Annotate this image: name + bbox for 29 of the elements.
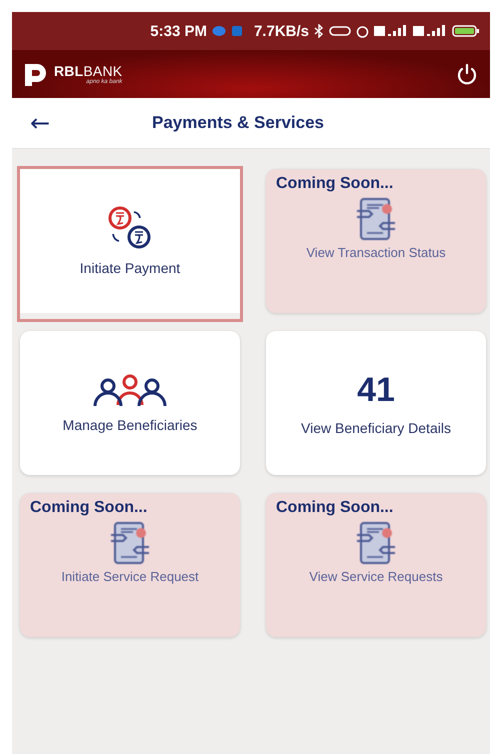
battery-icon <box>452 25 480 37</box>
service-tile[interactable]: Coming Soon... View Transaction Status <box>266 169 486 313</box>
tile-label: View Service Requests <box>309 569 443 584</box>
tile-label: View Beneficiary Details <box>301 420 451 436</box>
document-flow-icon <box>109 521 151 565</box>
back-button[interactable]: ← <box>26 109 54 137</box>
currency-exchange-icon <box>107 206 153 250</box>
bluetooth-icon <box>314 24 324 38</box>
service-tile[interactable]: Coming Soon... Initiate Service Request <box>20 493 240 637</box>
tile-label: Initiate Service Request <box>61 569 199 584</box>
page-title: Payments & Services <box>152 113 324 133</box>
status-time: 5:33 PM <box>150 22 207 40</box>
coming-soon-label: Coming Soon... <box>276 175 394 193</box>
coming-soon-label: Coming Soon... <box>276 499 394 517</box>
tile-label: View Transaction Status <box>306 245 446 260</box>
document-flow-icon <box>355 197 397 241</box>
coming-soon-label: Coming Soon... <box>30 499 148 517</box>
signal-icon <box>374 25 408 37</box>
beneficiary-count: 41 <box>357 370 395 410</box>
tile-label: Initiate Payment <box>80 260 180 276</box>
service-tile[interactable]: Initiate Payment <box>20 169 240 313</box>
service-tile[interactable]: Coming Soon... View Service Requests <box>266 493 486 637</box>
service-tile[interactable]: 41 View Beneficiary Details <box>266 331 486 475</box>
brand-name: RBLBANK <box>54 63 122 79</box>
network-speed: 7.7KB/s <box>254 22 309 40</box>
service-tile[interactable]: Manage Beneficiaries <box>20 331 240 475</box>
document-flow-icon <box>355 521 397 565</box>
tile-label: Manage Beneficiaries <box>62 417 198 433</box>
signal-icon <box>413 25 447 37</box>
